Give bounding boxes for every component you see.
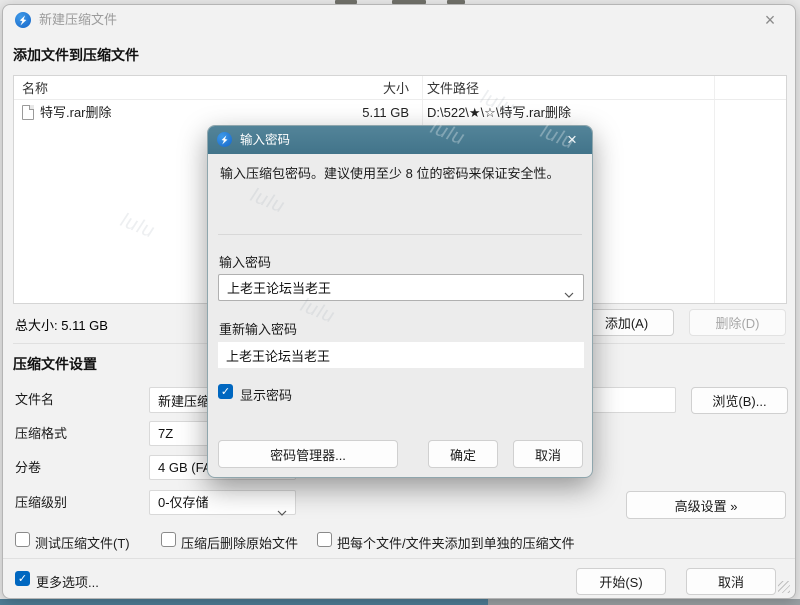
format-label: 压缩格式 <box>15 421 67 447</box>
window-close-icon[interactable]: × <box>757 8 783 32</box>
format-value: 7Z <box>158 426 173 441</box>
app-logo-icon <box>217 132 232 147</box>
cancel-button[interactable]: 取消 <box>686 568 776 595</box>
level-select[interactable]: 0-仅存储 <box>149 490 296 515</box>
dialog-message: 输入压缩包密码。建议使用至少 8 位的密码来保证安全性。 <box>220 164 582 183</box>
browse-button[interactable]: 浏览(B)... <box>691 387 788 414</box>
resize-grip[interactable] <box>778 581 790 593</box>
header-divider <box>14 99 786 100</box>
dialog-close-icon[interactable]: × <box>560 128 584 152</box>
total-size-label: 总大小: 5.11 GB <box>15 315 108 334</box>
password-manager-button[interactable]: 密码管理器... <box>218 440 398 468</box>
settings-section-title: 压缩文件设置 <box>13 354 97 374</box>
filename-label: 文件名 <box>15 387 54 413</box>
page-title: 添加文件到压缩文件 <box>13 45 139 65</box>
column-header-path[interactable]: 文件路径 <box>427 79 479 98</box>
dialog-cancel-button[interactable]: 取消 <box>513 440 583 468</box>
test-archive-checkbox[interactable] <box>15 532 30 547</box>
delete-button[interactable]: 删除(D) <box>689 309 786 336</box>
more-options-label: 更多选项... <box>36 572 99 591</box>
start-button[interactable]: 开始(S) <box>576 568 666 595</box>
column-header-name[interactable]: 名称 <box>22 79 48 98</box>
file-icon <box>22 105 34 120</box>
level-value: 0-仅存储 <box>158 495 209 510</box>
dialog-title: 输入密码 <box>240 126 290 154</box>
dialog-divider <box>218 234 582 235</box>
advanced-settings-button[interactable]: 高级设置 » <box>626 491 786 519</box>
volume-label: 分卷 <box>15 455 41 481</box>
file-size-cell: 5.11 GB <box>309 103 409 122</box>
chevron-down-icon <box>564 285 574 303</box>
confirm-password-input[interactable] <box>218 342 584 368</box>
delete-original-label: 压缩后删除原始文件 <box>181 533 298 552</box>
password-combobox[interactable] <box>218 274 584 301</box>
show-password-checkbox[interactable]: ✓ <box>218 384 233 399</box>
chevron-down-icon <box>277 500 287 523</box>
more-options-checkbox[interactable]: ✓ <box>15 571 30 586</box>
desktop-bottom-strip <box>0 599 800 605</box>
separate-archives-checkbox[interactable] <box>317 532 332 547</box>
delete-original-checkbox[interactable] <box>161 532 176 547</box>
desktop-background: 新建压缩文件 × 添加文件到压缩文件 名称 大小 文件路径 特写.rar删除 5… <box>0 0 800 605</box>
footer-divider <box>3 558 795 559</box>
confirm-password-label: 重新输入密码 <box>219 319 297 338</box>
show-password-label: 显示密码 <box>240 385 292 404</box>
add-button[interactable]: 添加(A) <box>579 309 674 336</box>
app-logo-icon <box>15 12 31 28</box>
titlebar: 新建压缩文件 × <box>3 5 795 35</box>
column-header-size[interactable]: 大小 <box>309 79 409 98</box>
column-divider <box>714 76 715 303</box>
password-dialog: 输入密码 × 输入压缩包密码。建议使用至少 8 位的密码来保证安全性。 输入密码… <box>207 125 593 478</box>
file-name-cell: 特写.rar删除 <box>40 103 112 122</box>
dialog-titlebar: 输入密码 × <box>208 126 592 154</box>
file-path-cell: D:\522\★\☆\特写.rar删除 <box>427 103 571 122</box>
window-title: 新建压缩文件 <box>39 5 117 35</box>
separate-archives-label: 把每个文件/文件夹添加到单独的压缩文件 <box>337 533 575 552</box>
password-label: 输入密码 <box>219 252 271 271</box>
ok-button[interactable]: 确定 <box>428 440 498 468</box>
test-archive-label: 测试压缩文件(T) <box>35 533 130 552</box>
password-input[interactable] <box>219 275 557 300</box>
level-label: 压缩级别 <box>15 490 67 516</box>
